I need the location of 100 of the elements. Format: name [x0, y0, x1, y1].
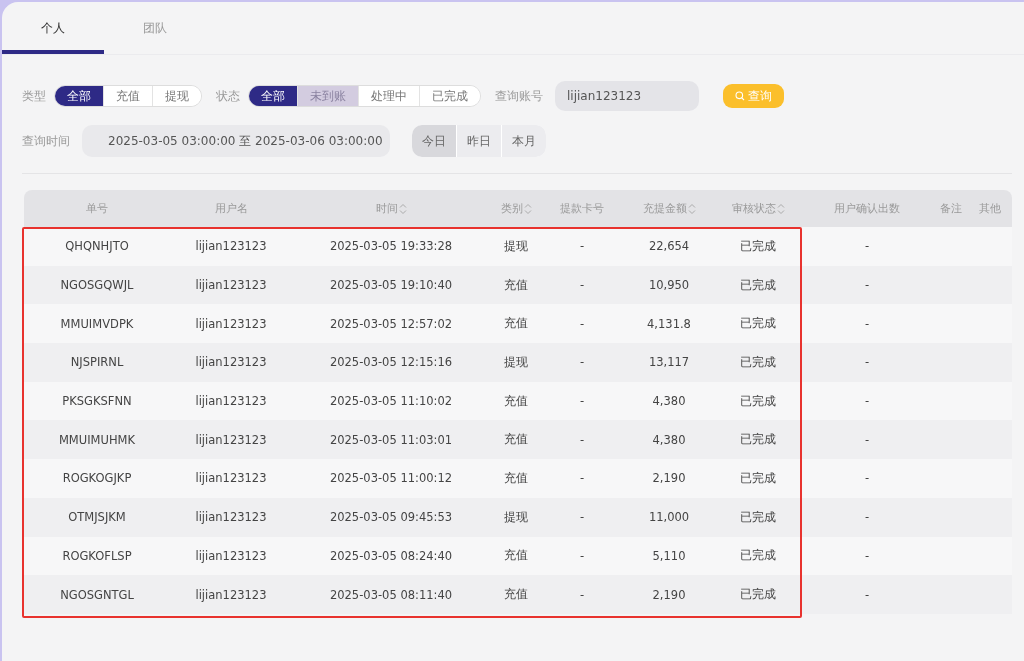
table-cell-text: 4,131.8: [646, 315, 692, 333]
date-range-field[interactable]: 2025-03-05 03:00:00 至 2025-03-06 03:00:00: [82, 125, 390, 157]
table-cell-text: -: [578, 238, 586, 256]
column-header: 提款卡号: [560, 201, 604, 216]
sort-icon[interactable]: [687, 202, 696, 215]
table-cell-text: 2025-03-05 09:45:53: [328, 509, 454, 527]
table-cell-text: 已完成: [739, 508, 777, 526]
table-cell-text: 4,380: [651, 431, 687, 449]
sort-icon[interactable]: [398, 202, 407, 215]
table-cell-text: 2025-03-05 19:33:28: [328, 238, 454, 256]
column-header: 备注: [940, 201, 962, 216]
table-cell-text: 2025-03-05 12:15:16: [328, 354, 454, 372]
table-cell-text: lijian123123: [194, 431, 268, 449]
search-icon: [735, 91, 745, 101]
table-cell-text: 充值: [503, 276, 529, 294]
table-cell-text: lijian123123: [194, 354, 268, 372]
table-cell-text: -: [578, 431, 586, 449]
table-cell-text: 2,190: [651, 586, 687, 604]
table-cell-text: 提现: [503, 353, 529, 371]
sort-icon[interactable]: [776, 202, 785, 215]
date-range-text: 2025-03-05 03:00:00 至 2025-03-06 03:00:00: [108, 132, 383, 150]
table-cell-text: 2025-03-05 11:03:01: [328, 431, 454, 449]
table-cell-text: -: [863, 547, 871, 565]
table-cell-text: -: [578, 315, 586, 333]
table-cell-text: 已完成: [739, 392, 777, 410]
tab[interactable]: 个人: [2, 2, 104, 54]
table-cell-text: 充值: [503, 586, 529, 604]
table-cell-text: 已完成: [739, 237, 777, 255]
column-header: 类别: [500, 201, 523, 216]
table-cell-text: lijian123123: [194, 586, 268, 604]
column-header: 用户确认出数: [834, 201, 900, 216]
table-cell-text: MMUIMVDPK: [59, 315, 135, 333]
table-cell-text: ROGKOGJKP: [61, 470, 133, 488]
quick-range-button[interactable]: 昨日: [457, 125, 501, 157]
table-cell-text: 已完成: [739, 315, 777, 333]
table-cell-text: -: [578, 470, 586, 488]
account-input-field[interactable]: lijian123123: [555, 81, 699, 111]
table-cell-text: 2025-03-05 19:10:40: [328, 277, 454, 295]
table-cell-text: lijian123123: [194, 315, 268, 333]
column-header: 时间: [375, 201, 398, 216]
table-cell-text: -: [578, 547, 586, 565]
table-cell-text: 2025-03-05 08:11:40: [328, 586, 454, 604]
filter-label: 查询账号: [495, 87, 543, 105]
table-cell-text: OTMJSJKM: [67, 509, 127, 527]
table-cell-text: -: [863, 238, 871, 256]
quick-range-button[interactable]: 今日: [412, 125, 456, 157]
table-cell-text: -: [578, 393, 586, 411]
table-cell-text: 充值: [503, 431, 529, 449]
table-cell-text: 2025-03-05 11:00:12: [328, 470, 454, 488]
table-cell-text: QHQNHJTO: [64, 238, 130, 256]
column-header: 其他: [979, 201, 1001, 216]
status-option[interactable]: 全部: [249, 86, 297, 106]
quick-range-button[interactable]: 本月: [502, 125, 546, 157]
table-cell-text: 2,190: [651, 470, 687, 488]
table-cell-text: lijian123123: [194, 277, 268, 295]
table-cell-text: 2025-03-05 12:57:02: [328, 315, 454, 333]
table-cell-text: lijian123123: [194, 238, 268, 256]
table-cell-text: NJSPIRNL: [69, 354, 125, 372]
table-cell-text: 已完成: [739, 547, 777, 565]
table-cell-text: -: [578, 277, 586, 295]
table-cell-text: PKSGKSFNN: [61, 393, 133, 411]
column-header: 单号: [86, 201, 108, 216]
filter-label: 状态: [216, 87, 240, 105]
tab[interactable]: 团队: [104, 2, 206, 54]
sort-icon[interactable]: [523, 202, 532, 215]
table-cell-text: -: [863, 315, 871, 333]
filter-label: 查询时间: [22, 132, 70, 150]
table-cell-text: 充值: [503, 469, 529, 487]
table-cell-text: 充值: [503, 315, 529, 333]
table-cell-text: 已完成: [739, 431, 777, 449]
table-cell-text: 2025-03-05 11:10:02: [328, 393, 454, 411]
table-cell-text: NGOSGQWJL: [59, 277, 135, 295]
table-cell-text: -: [863, 393, 871, 411]
filter-label: 类型: [22, 87, 46, 105]
table-cell-text: 已完成: [739, 586, 777, 604]
table-cell-text: -: [863, 470, 871, 488]
status-option[interactable]: 已完成: [419, 86, 480, 106]
column-header: 充提金额: [642, 201, 687, 216]
type-option[interactable]: 提现: [152, 86, 201, 106]
table-cell-text: 提现: [503, 237, 529, 255]
table-cell-text: lijian123123: [194, 470, 268, 488]
table-cell-text: NGOSGNTGL: [59, 586, 135, 604]
table-cell-text: 22,654: [647, 238, 691, 256]
table-cell-text: lijian123123: [194, 393, 268, 411]
table-cell-text: -: [863, 509, 871, 527]
table-cell-text: -: [863, 354, 871, 372]
table-cell-text: 已完成: [739, 353, 777, 371]
type-option[interactable]: 全部: [55, 86, 103, 106]
table-cell-text: 10,950: [647, 277, 691, 295]
table-cell-text: lijian123123: [194, 509, 268, 527]
column-header: 用户名: [214, 201, 248, 216]
table-cell-text: -: [863, 431, 871, 449]
table-cell-text: 提现: [503, 508, 529, 526]
table-cell-text: -: [863, 586, 871, 604]
table-cell-text: 5,110: [651, 547, 687, 565]
table-cell-text: MMUIMUHMK: [57, 431, 137, 449]
table-cell-text: -: [578, 509, 586, 527]
table-cell-text: 充值: [503, 392, 529, 410]
table-cell-text: -: [578, 586, 586, 604]
table-cell-text: ROGKOFLSP: [61, 547, 133, 565]
